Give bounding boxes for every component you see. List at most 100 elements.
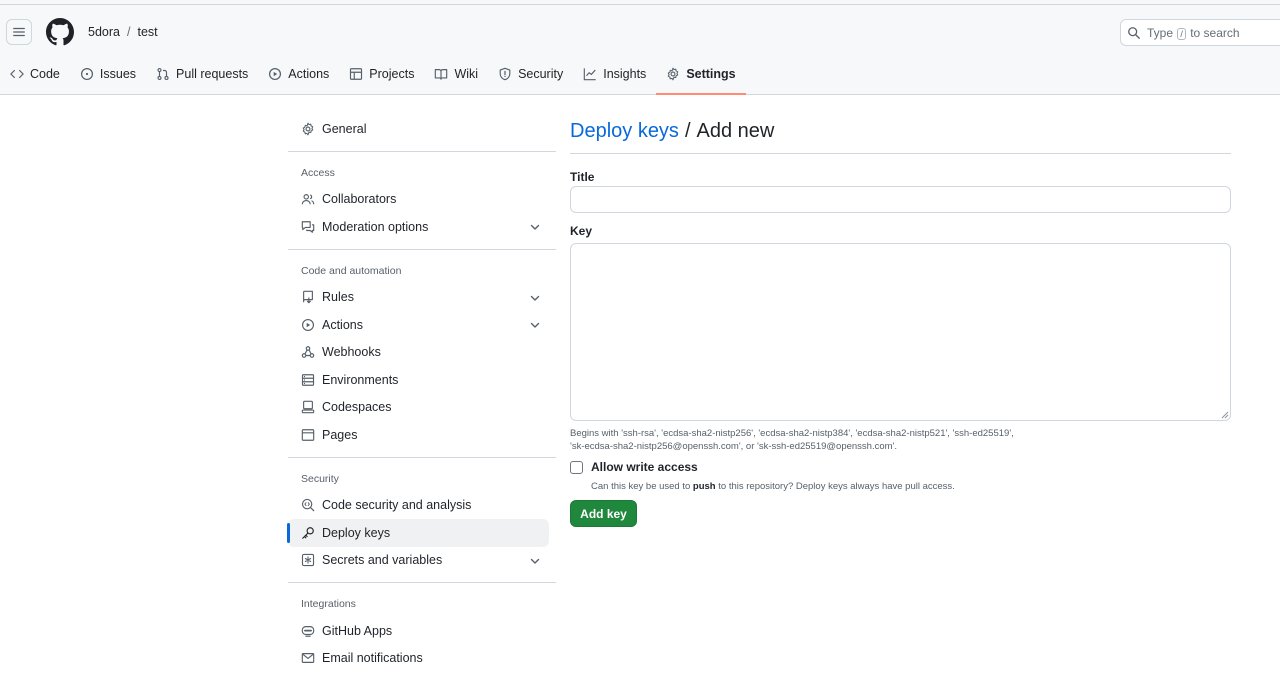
issue-icon — [80, 67, 93, 81]
webhook-icon — [301, 346, 315, 359]
allow-write-label[interactable]: Allow write access — [591, 460, 698, 474]
tab-label: Settings — [686, 67, 736, 81]
graph-icon — [583, 68, 596, 81]
search-shortcut-key: / — [1177, 27, 1186, 40]
play-icon — [269, 67, 282, 81]
tab-pull-requests[interactable]: Pull requests — [146, 58, 258, 90]
browser-icon — [301, 428, 315, 441]
codescan-icon — [301, 499, 315, 512]
chevron-down-icon[interactable] — [529, 221, 541, 233]
title-label: Title — [570, 170, 595, 184]
sidebar-item-moderation-options[interactable]: Moderation options — [288, 213, 549, 241]
mail-icon — [301, 653, 315, 664]
tab-issues[interactable]: Issues — [70, 58, 146, 90]
sidebar-item-code-security[interactable]: Code security and analysis — [288, 492, 549, 520]
tab-label: Issues — [99, 67, 137, 81]
sidebar-item-rules[interactable]: Rules — [288, 284, 549, 312]
sidebar-heading-integrations: Integrations — [301, 598, 356, 610]
breadcrumb-separator: / — [126, 25, 131, 39]
sidebar-item-label: Secrets and variables — [322, 553, 443, 568]
hubot-icon — [301, 625, 315, 637]
tab-projects[interactable]: Projects — [339, 58, 424, 90]
tab-wiki[interactable]: Wiki — [424, 58, 488, 90]
deploy-key-form: Deploy keys / Add new Title Key Begins w… — [570, 115, 1231, 527]
key-textarea[interactable] — [570, 243, 1231, 421]
key-format-note: Begins with 'ssh-rsa', 'ecdsa-sha2-nistp… — [570, 427, 1070, 453]
tab-label: Insights — [603, 67, 647, 81]
sidebar-item-deploy-keys[interactable]: Deploy keys — [287, 519, 549, 547]
tab-label: Projects — [369, 67, 415, 81]
sidebar-item-label: Webhooks — [322, 345, 381, 360]
search-icon — [1128, 26, 1140, 39]
sidebar-item-codespaces[interactable]: Codespaces — [288, 394, 549, 422]
repo-push-icon — [303, 290, 313, 304]
table-icon — [350, 68, 363, 80]
sidebar-divider — [288, 456, 556, 458]
sidebar-item-label: Rules — [322, 290, 354, 305]
page-title: Deploy keys / Add new — [570, 115, 1231, 147]
sidebar-item-environments[interactable]: Environments — [288, 366, 549, 394]
tab-code[interactable]: Code — [0, 58, 70, 90]
allow-write-row: Allow write access — [570, 460, 1231, 474]
sidebar-item-label: Environments — [322, 372, 399, 387]
repo-link[interactable]: test — [137, 25, 157, 39]
menu-button[interactable] — [6, 19, 32, 45]
sidebar-item-label: Codespaces — [322, 400, 392, 415]
shield-icon — [499, 67, 511, 81]
key-icon — [302, 526, 314, 539]
chevron-down-icon[interactable] — [529, 292, 541, 304]
sidebar-item-label: Email notifications — [322, 651, 423, 666]
comment-discussion-icon — [301, 220, 315, 233]
gear-icon — [668, 67, 679, 81]
allow-write-help: Can this key be used to push to this rep… — [591, 481, 955, 492]
asterisk-icon — [301, 554, 315, 567]
sidebar-item-label: Moderation options — [322, 219, 429, 234]
title-add-new: Add new — [696, 119, 775, 142]
chevron-down-icon[interactable] — [529, 319, 541, 331]
pull-request-icon — [157, 68, 169, 80]
owner-link[interactable]: 5dora — [88, 25, 120, 39]
settings-sidebar: General Access Collaborators Moderation … — [287, 115, 556, 673]
github-logo-icon[interactable] — [46, 18, 74, 46]
book-icon — [435, 69, 448, 80]
title-input[interactable] — [570, 186, 1231, 213]
codespaces-icon — [301, 400, 315, 414]
sidebar-item-label: Deploy keys — [322, 525, 391, 540]
sidebar-item-general[interactable]: General — [288, 115, 549, 143]
gear-icon — [302, 122, 314, 136]
sidebar-item-github-apps[interactable]: GitHub Apps — [288, 617, 549, 645]
resize-handle-icon[interactable] — [1221, 411, 1229, 419]
sidebar-item-webhooks[interactable]: Webhooks — [288, 339, 549, 367]
search-input[interactable]: Type / to search — [1120, 19, 1280, 46]
sidebar-divider — [288, 248, 556, 250]
repo-header: 5dora / test Type / to search Code Issue… — [0, 0, 1280, 95]
tab-label: Wiki — [454, 67, 479, 81]
deploy-keys-link[interactable]: Deploy keys — [570, 120, 679, 143]
tab-actions[interactable]: Actions — [258, 58, 339, 90]
title-divider — [570, 153, 1231, 154]
repo-tabs: Code Issues Pull requests Actions Projec… — [0, 58, 746, 95]
tab-security[interactable]: Security — [488, 58, 573, 90]
sidebar-item-label: Actions — [322, 317, 363, 332]
code-icon — [10, 69, 24, 79]
sidebar-item-collaborators[interactable]: Collaborators — [288, 186, 549, 214]
sidebar-item-actions[interactable]: Actions — [288, 311, 549, 339]
sidebar-item-label: GitHub Apps — [322, 623, 393, 638]
sidebar-item-email-notifications[interactable]: Email notifications — [288, 645, 549, 673]
tab-insights[interactable]: Insights — [573, 58, 656, 90]
allow-write-checkbox[interactable] — [570, 460, 583, 474]
add-key-button[interactable]: Add key — [570, 500, 637, 527]
tab-label: Actions — [288, 67, 330, 81]
play-icon — [302, 318, 314, 331]
sidebar-item-pages[interactable]: Pages — [288, 421, 549, 449]
sidebar-divider — [288, 150, 556, 152]
tab-settings[interactable]: Settings — [656, 58, 746, 95]
server-icon — [301, 373, 315, 386]
top-divider — [0, 4, 1280, 5]
chevron-down-icon[interactable] — [529, 555, 541, 567]
sidebar-heading-code-and-automation: Code and automation — [301, 264, 402, 277]
key-format-note-line-2: 'sk-ecdsa-sha2-nistp256@openssh.com', or… — [570, 441, 898, 452]
key-format-note-line-1: Begins with 'ssh-rsa', 'ecdsa-sha2-nistp… — [570, 428, 1014, 439]
tab-label: Pull requests — [176, 67, 249, 81]
sidebar-item-secrets-and-variables[interactable]: Secrets and variables — [288, 547, 549, 575]
